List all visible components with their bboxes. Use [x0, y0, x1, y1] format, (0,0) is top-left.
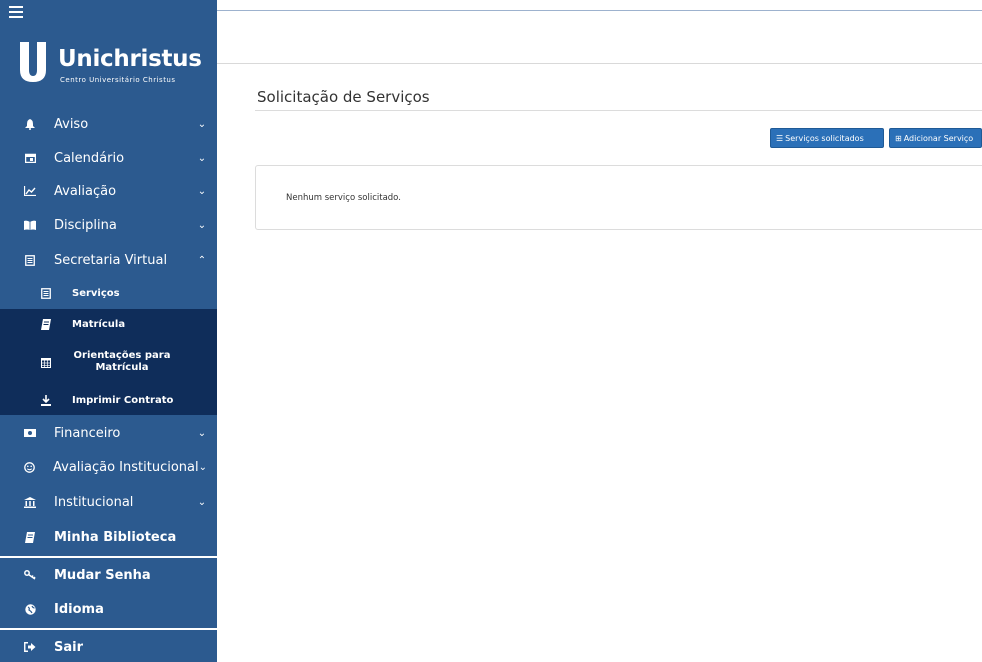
book-icon: [24, 531, 36, 543]
bell-icon: [24, 118, 36, 130]
title-divider: [255, 110, 982, 111]
sidebar-item-label: Aviso: [54, 116, 89, 132]
page-title: Solicitação de Serviços: [257, 88, 430, 106]
globe-icon: [24, 603, 36, 615]
sidebar-item-financeiro[interactable]: Financeiro ⌄: [0, 416, 217, 450]
institution-icon: [24, 496, 36, 508]
submenu-item-label: Matrícula: [72, 318, 126, 330]
sidebar-item-label: Avaliação Institucional: [53, 459, 199, 475]
button-label: Serviços solicitados: [785, 133, 864, 143]
button-label: Adicionar Serviço: [903, 133, 974, 143]
chevron-down-icon: ⌄: [197, 118, 207, 130]
menu-toggle-icon[interactable]: [9, 6, 27, 22]
book-icon: [40, 318, 52, 330]
sidebar-item-label: Financeiro: [54, 425, 121, 441]
chevron-down-icon: ⌄: [197, 185, 207, 197]
sidebar-item-avaliacao-institucional[interactable]: Avaliação Institucional ⌄: [0, 450, 217, 484]
chevron-down-icon: ⌄: [198, 461, 207, 473]
sidebar-item-label: Idioma: [54, 601, 104, 617]
sidebar-item-aviso[interactable]: Aviso ⌄: [0, 107, 217, 141]
chevron-down-icon: ⌄: [197, 427, 207, 439]
submenu-item-label: Serviços: [72, 287, 120, 299]
sidebar-item-sair[interactable]: Sair: [0, 630, 217, 662]
sidebar-item-secretaria-virtual[interactable]: Secretaria Virtual ⌃: [0, 243, 217, 277]
sidebar-item-idioma[interactable]: Idioma: [0, 592, 217, 626]
submenu-item-label: Orientações para Matrícula: [73, 350, 171, 373]
submenu-item-orientacoes-matricula[interactable]: Orientações para Matrícula: [0, 339, 217, 385]
sidebar-item-label: Disciplina: [54, 217, 117, 233]
submenu-item-label: Imprimir Contrato: [72, 394, 174, 406]
sidebar-item-calendario[interactable]: Calendário ⌄: [0, 141, 217, 175]
secretaria-submenu: Serviços Matrícula Orientações para Matr…: [0, 277, 217, 415]
download-icon: [40, 394, 52, 406]
services-panel: Nenhum serviço solicitado.: [255, 165, 982, 230]
sidebar-item-label: Secretaria Virtual: [54, 252, 168, 268]
sidebar-item-label: Institucional: [54, 494, 134, 510]
sidebar-item-label: Avaliação: [54, 183, 117, 199]
sidebar-item-label: Sair: [54, 639, 84, 655]
sidebar-item-minha-biblioteca[interactable]: Minha Biblioteca: [0, 520, 217, 554]
brand-name: Unichristus: [58, 46, 202, 72]
sidebar: Unichristus Centro Universitário Christu…: [0, 0, 217, 662]
money-icon: [24, 427, 36, 439]
document-icon: [24, 254, 36, 266]
sidebar-item-label: Mudar Senha: [54, 567, 151, 583]
line-chart-icon: [24, 185, 36, 197]
chevron-up-icon: ⌃: [197, 254, 207, 266]
chevron-down-icon: ⌄: [197, 152, 207, 164]
sign-out-icon: [24, 641, 36, 653]
header-border: [217, 63, 982, 64]
chevron-down-icon: ⌄: [197, 219, 207, 231]
services-requested-button[interactable]: ☰ Serviços solicitados: [770, 128, 884, 148]
calendar-grid-icon: [40, 357, 52, 368]
calendar-icon: [24, 152, 36, 164]
brand-subtitle: Centro Universitário Christus: [60, 76, 176, 84]
sidebar-item-label: Minha Biblioteca: [54, 529, 177, 545]
app-root: Unichristus Centro Universitário Christu…: [0, 0, 982, 662]
sidebar-item-disciplina[interactable]: Disciplina ⌄: [0, 208, 217, 242]
submenu-item-imprimir-contrato[interactable]: Imprimir Contrato: [0, 385, 217, 415]
key-icon: [24, 569, 36, 581]
submenu-item-servicos[interactable]: Serviços: [0, 277, 217, 309]
list-icon: ☰: [776, 133, 784, 143]
book-open-icon: [24, 219, 36, 231]
sidebar-item-avaliacao[interactable]: Avaliação ⌄: [0, 174, 217, 208]
chevron-down-icon: ⌄: [197, 496, 207, 508]
add-service-button[interactable]: ⊞ Adicionar Serviço: [889, 128, 982, 148]
sidebar-item-label: Calendário: [54, 150, 125, 166]
unichristus-logo-icon: [20, 42, 46, 82]
brand-logo[interactable]: Unichristus Centro Universitário Christu…: [18, 40, 208, 86]
sidebar-item-institucional[interactable]: Institucional ⌄: [0, 485, 217, 519]
document-icon: [40, 287, 52, 299]
plus-square-icon: ⊞: [895, 133, 902, 143]
topbar-border: [217, 10, 982, 11]
empty-state-message: Nenhum serviço solicitado.: [286, 193, 401, 203]
submenu-item-matricula[interactable]: Matrícula: [0, 309, 217, 339]
sidebar-item-mudar-senha[interactable]: Mudar Senha: [0, 558, 217, 592]
smile-icon: [24, 461, 35, 473]
